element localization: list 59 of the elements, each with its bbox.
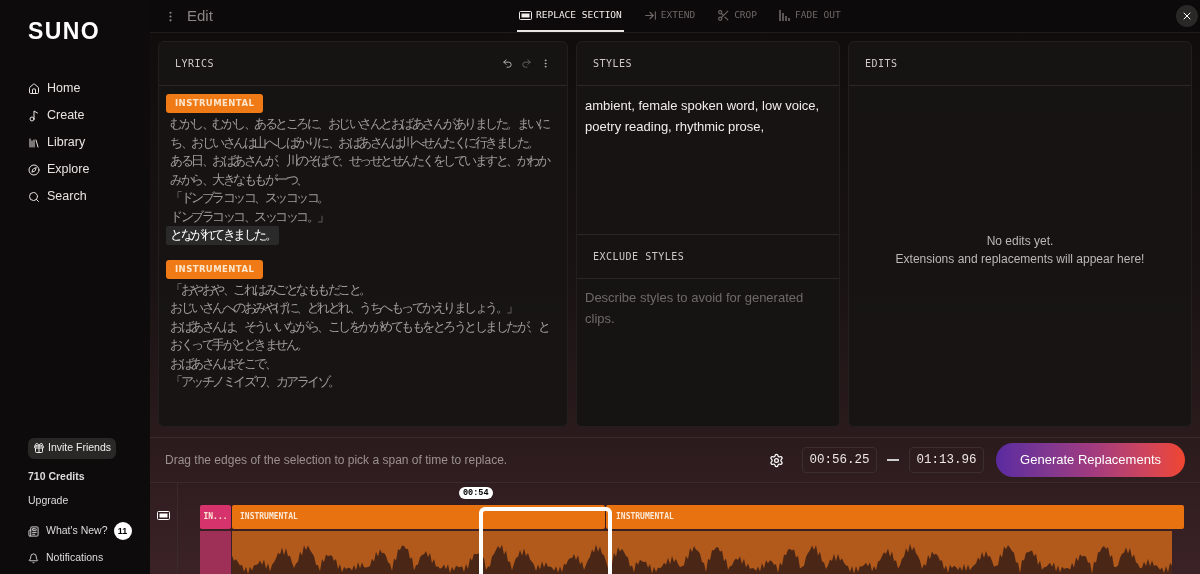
extend-icon (643, 8, 657, 22)
lyric-line: むかし、むかし、あるところに、おじいさんとおばあさんがありました。まいにち、おじいさんは山へしばかりに、おばあさんは川へせんたくに行きました。 (169, 116, 550, 152)
empty-state-text: Extensions and replacements will appear here! (895, 251, 1145, 268)
search-icon (28, 190, 40, 203)
bars-icon (779, 9, 791, 21)
undo-icon[interactable] (502, 58, 513, 69)
nav-item[interactable]: Search (28, 187, 122, 206)
edit-tab[interactable]: EXTEND (641, 0, 698, 32)
panel-title: STYLES (593, 57, 633, 71)
music-note-icon (28, 109, 40, 122)
home-icon (28, 82, 40, 95)
settings-icon[interactable] (769, 452, 785, 468)
redo-icon[interactable] (521, 58, 532, 69)
bell-icon (28, 552, 39, 564)
nav-item[interactable]: Home (28, 79, 122, 98)
library-icon (28, 136, 40, 149)
lyric-line: おばあさんはそこで、 (169, 355, 276, 373)
nav-item[interactable]: What's New? (28, 523, 108, 540)
edit-tab[interactable]: REPLACE SECTION (517, 0, 624, 32)
lyric-line: ドンブラコッコ、スッコッコ。」 (169, 208, 329, 226)
invite-friends-button[interactable]: Invite Friends (28, 437, 117, 459)
generate-replacements-button[interactable]: Generate Replacements (996, 443, 1185, 477)
lyric-line: 「アッチノミイズ ワ、カアライゾ。 (169, 374, 340, 391)
lyric-line: 「おやおや、これはみごとなももだこと。 (169, 281, 371, 299)
lyric-line: 「ドンブラコッコ、スッコッコ。 (169, 190, 329, 207)
nav-item[interactable]: Explore (28, 160, 122, 179)
replace-section-icon (519, 10, 532, 20)
track-segment[interactable]: IN... (200, 505, 231, 529)
notification-badge: 11 (113, 522, 132, 541)
panel-title: EXCLUDE STYLES (593, 250, 685, 264)
lyric-line: ある日、おばあさんが、川のそばで、せっせとせんたくをしていますと、かわかみから、大きなももが一つ、 (169, 153, 550, 189)
exclude-styles-input[interactable]: Describe styles to avoid for generated clips. (584, 284, 832, 386)
panel-title: LYRICS (175, 57, 215, 71)
logo[interactable]: SUNO (28, 20, 122, 43)
edit-tab[interactable]: FADE OUT (777, 0, 843, 32)
close-button[interactable] (1176, 5, 1198, 27)
track-icon (157, 511, 170, 520)
nav-item[interactable]: Notifications (28, 550, 104, 566)
empty-state-title: No edits yet. (986, 233, 1054, 250)
playhead-time: 00:54 (459, 487, 493, 499)
gift-icon (33, 442, 45, 455)
start-time-field[interactable]: 00:56.25 (802, 447, 878, 473)
nav-item[interactable]: Create (28, 106, 122, 125)
upgrade-link[interactable]: Upgrade (28, 492, 122, 509)
selection-hint: Drag the edges of the selection to pick a span of time to replace. (165, 452, 508, 469)
newspaper-icon (28, 525, 39, 537)
end-time-field[interactable]: 01:13.96 (909, 447, 985, 473)
lyric-line: おじいさんへのおみやげに、どれどれ、うちへもってかえりましょう。」 (169, 300, 518, 317)
credits-count: 710 Credits (28, 468, 86, 484)
close-icon (1181, 10, 1193, 22)
nav-item[interactable]: Library (28, 133, 122, 152)
panel-title: EDITS (865, 57, 898, 71)
lyric-line: おばあさんは、そういいながら、こしをかがめてももをとろうとしましたが、とおくって手がとどきません。 (169, 318, 549, 354)
selection-frame[interactable] (479, 507, 612, 574)
page-title: Edit (187, 5, 213, 26)
edit-tab[interactable]: CROP (715, 0, 759, 32)
compass-icon (28, 163, 40, 176)
styles-field[interactable]: ambient, female spoken word, low voice, poetry reading, rhythmic prose, (577, 86, 839, 235)
scissors-icon (717, 8, 731, 22)
